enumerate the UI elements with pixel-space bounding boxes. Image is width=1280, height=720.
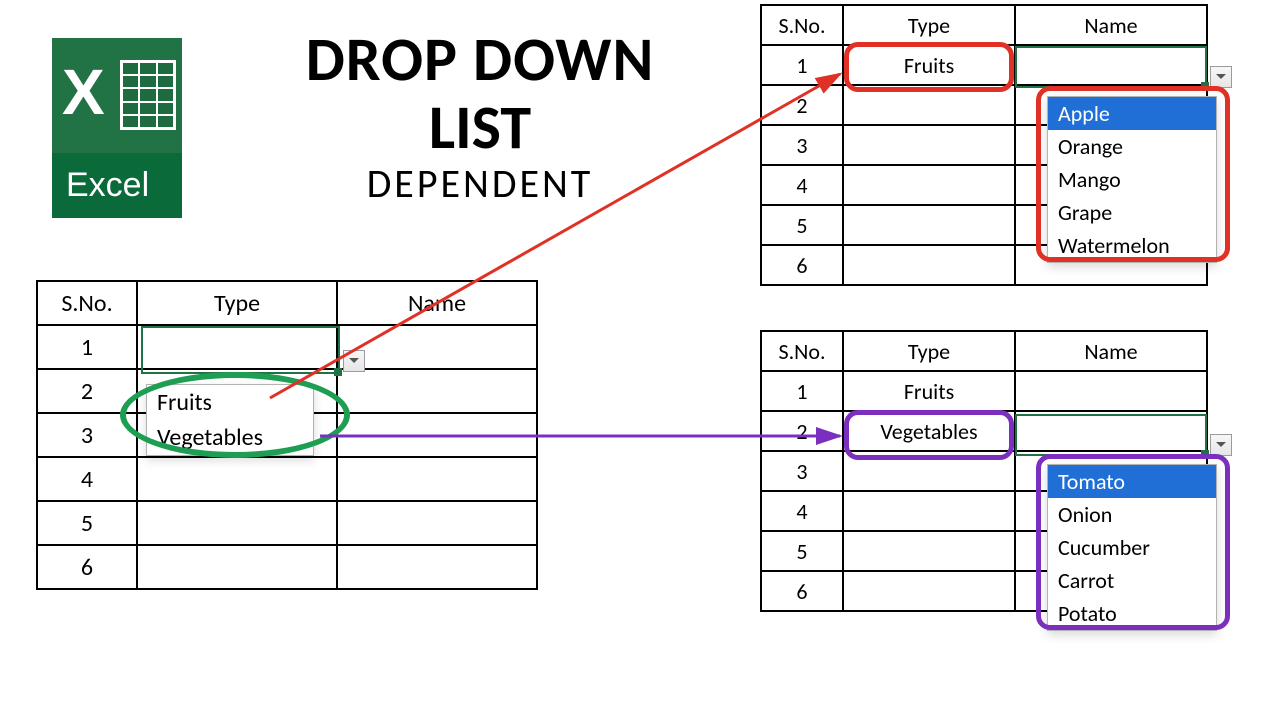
dropdown-option[interactable]: Tomato: [1048, 465, 1216, 498]
cell-type[interactable]: [137, 325, 337, 369]
cell-type[interactable]: [137, 501, 337, 545]
excel-logo: X Excel: [52, 38, 182, 218]
cell-type[interactable]: [137, 545, 337, 589]
type-dropdown-open[interactable]: Fruits Vegetables: [146, 384, 314, 456]
cell-type[interactable]: [137, 457, 337, 501]
th-sno: S.No.: [761, 331, 843, 371]
cell-type[interactable]: [843, 205, 1015, 245]
cell-sno: 1: [761, 45, 843, 85]
cell-sno: 5: [761, 531, 843, 571]
th-name: Name: [337, 281, 537, 325]
cell-sno: 2: [37, 369, 137, 413]
cell-sno: 3: [37, 413, 137, 457]
excel-x-glyph: X: [62, 60, 105, 124]
cell-name[interactable]: [337, 545, 537, 589]
title-line1: DROP DOWN: [200, 28, 760, 90]
cell-type[interactable]: [843, 245, 1015, 285]
cell-name[interactable]: [337, 413, 537, 457]
cell-sno: 3: [761, 125, 843, 165]
dropdown-option[interactable]: Watermelon: [1048, 229, 1216, 262]
dropdown-option[interactable]: Orange: [1048, 130, 1216, 163]
dropdown-option[interactable]: Vegetables: [147, 420, 313, 455]
th-type: Type: [843, 5, 1015, 45]
cell-sno: 4: [761, 165, 843, 205]
cell-sno: 4: [37, 457, 137, 501]
dropdown-option[interactable]: Potato: [1048, 597, 1216, 630]
cell-sno: 1: [37, 325, 137, 369]
excel-sheet-icon: [120, 60, 176, 130]
cell-sno: 1: [761, 371, 843, 411]
title-line2: LIST: [200, 96, 760, 158]
dropdown-option[interactable]: Carrot: [1048, 564, 1216, 597]
dropdown-button[interactable]: [1210, 434, 1232, 456]
cell-sno: 6: [37, 545, 137, 589]
cell-sno: 3: [761, 451, 843, 491]
th-name: Name: [1015, 331, 1207, 371]
cell-sno: 2: [761, 411, 843, 451]
dropdown-button[interactable]: [1210, 66, 1232, 88]
cell-name[interactable]: [1015, 411, 1207, 451]
th-sno: S.No.: [37, 281, 137, 325]
cell-type[interactable]: [843, 125, 1015, 165]
cell-type[interactable]: [843, 571, 1015, 611]
cell-sno: 6: [761, 571, 843, 611]
dropdown-option[interactable]: Fruits: [147, 385, 313, 420]
cell-type[interactable]: Fruits: [843, 371, 1015, 411]
excel-label: Excel: [52, 153, 182, 218]
dropdown-option[interactable]: Mango: [1048, 163, 1216, 196]
cell-sno: 5: [761, 205, 843, 245]
cell-name[interactable]: [1015, 45, 1207, 85]
dropdown-option[interactable]: Onion: [1048, 498, 1216, 531]
dropdown-option[interactable]: Cucumber: [1048, 531, 1216, 564]
cell-type[interactable]: [843, 491, 1015, 531]
name-dropdown-open-vegetables[interactable]: Tomato Onion Cucumber Carrot Potato: [1047, 464, 1217, 631]
cell-type[interactable]: [843, 165, 1015, 205]
title-line3: DEPENDENT: [200, 164, 760, 204]
cell-sno: 6: [761, 245, 843, 285]
th-type: Type: [137, 281, 337, 325]
cell-type[interactable]: [843, 85, 1015, 125]
cell-name[interactable]: [1015, 371, 1207, 411]
name-dropdown-open-fruits[interactable]: Apple Orange Mango Grape Watermelon: [1047, 96, 1217, 263]
cell-sno: 2: [761, 85, 843, 125]
th-sno: S.No.: [761, 5, 843, 45]
dropdown-option[interactable]: Grape: [1048, 196, 1216, 229]
cell-type[interactable]: Vegetables: [843, 411, 1015, 451]
cell-type[interactable]: [843, 531, 1015, 571]
cell-sno: 4: [761, 491, 843, 531]
cell-type[interactable]: Fruits: [843, 45, 1015, 85]
page-title: DROP DOWN LIST DEPENDENT: [200, 28, 760, 204]
cell-name[interactable]: [337, 325, 537, 369]
dropdown-option[interactable]: Apple: [1048, 97, 1216, 130]
cell-name[interactable]: [337, 369, 537, 413]
th-name: Name: [1015, 5, 1207, 45]
cell-name[interactable]: [337, 457, 537, 501]
cell-sno: 5: [37, 501, 137, 545]
cell-type[interactable]: [843, 451, 1015, 491]
cell-name[interactable]: [337, 501, 537, 545]
th-type: Type: [843, 331, 1015, 371]
dropdown-button[interactable]: [343, 350, 365, 372]
